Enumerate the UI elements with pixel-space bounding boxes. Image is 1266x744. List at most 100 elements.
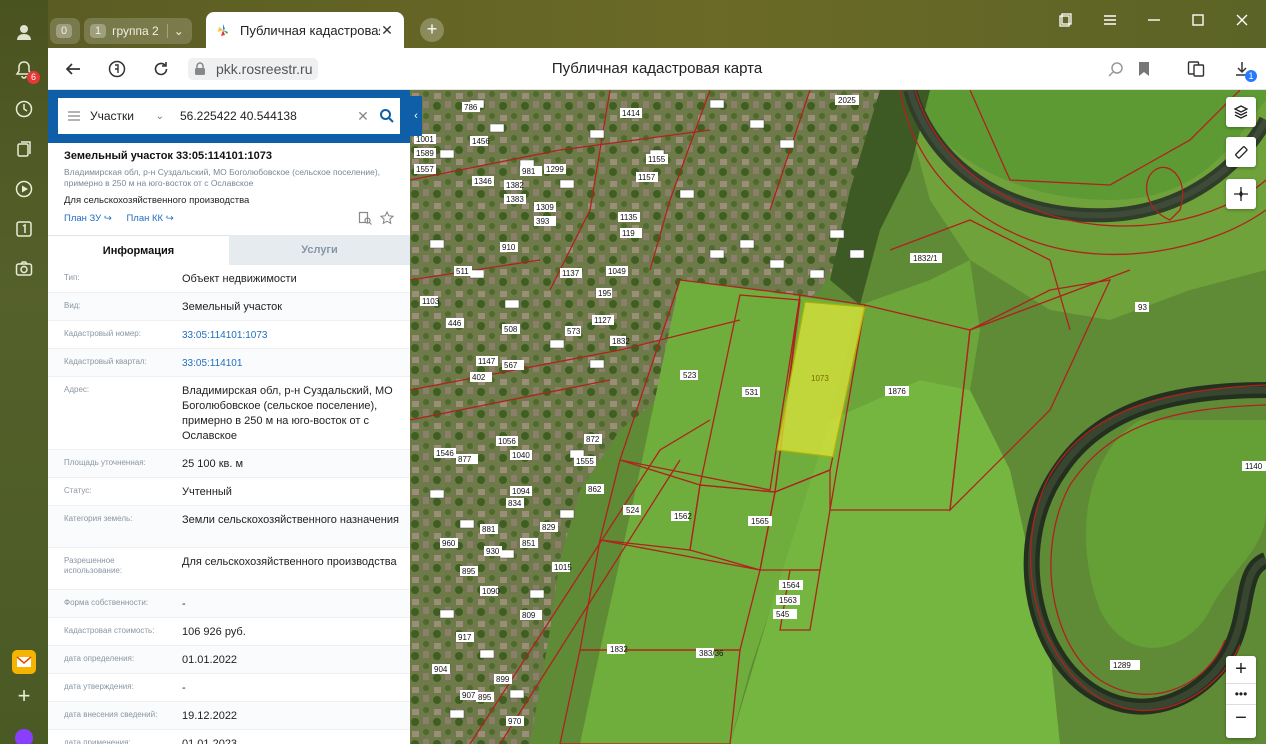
svg-text:899: 899	[496, 675, 510, 684]
parcel-details-list: Тип: Объект недвижимости Вид: Земельный уч…	[48, 265, 410, 744]
svg-text:508: 508	[504, 325, 518, 334]
parcel-actions	[358, 211, 394, 225]
map-label: 1103	[420, 296, 440, 306]
map-label: 829	[540, 522, 558, 532]
detail-row: Вид: Земельный участок	[48, 293, 410, 321]
yandex-logo-icon[interactable]	[106, 58, 128, 80]
map-label: 1299	[544, 164, 566, 174]
svg-text:1127: 1127	[594, 316, 612, 325]
downloads-icon[interactable]: 1	[1232, 59, 1257, 82]
tab-group-0[interactable]: 0	[50, 18, 80, 44]
cadastral-quarter-link[interactable]: 33:05:114101	[166, 349, 410, 376]
map-label: 523	[680, 370, 698, 380]
svg-text:1382: 1382	[506, 181, 524, 190]
svg-text:446: 446	[448, 319, 462, 328]
search-icon[interactable]	[374, 108, 400, 124]
zoom-more-icon[interactable]: •••	[1226, 683, 1256, 705]
new-tab-button[interactable]: +	[420, 18, 444, 42]
notifications-bell-icon[interactable]: 6	[12, 58, 40, 84]
map-label: 1546	[434, 448, 456, 458]
svg-text:567: 567	[504, 361, 518, 370]
tab-active[interactable]: Публичная кадастровая ✕	[206, 12, 404, 48]
bookmark-icon[interactable]	[1134, 59, 1154, 79]
detail-value: -	[182, 598, 186, 610]
search-page-icon[interactable]	[1106, 59, 1126, 79]
map-label: 960	[440, 538, 458, 548]
print-search-icon[interactable]	[358, 211, 372, 225]
svg-text:1383: 1383	[506, 195, 524, 204]
screenshot-camera-icon[interactable]	[12, 257, 36, 281]
plan-zu-link[interactable]: План ЗУ ↪	[64, 213, 112, 224]
downloads-badge: 1	[1245, 70, 1257, 82]
collections-icon[interactable]	[12, 137, 36, 161]
reload-icon[interactable]	[150, 58, 172, 80]
map-label: 524	[623, 505, 641, 515]
detail-value: -	[182, 682, 186, 694]
search-category-select[interactable]: Участки ⌄	[90, 109, 174, 123]
history-icon[interactable]	[12, 97, 36, 121]
svg-text:1135: 1135	[620, 213, 638, 222]
svg-text:1832/1: 1832/1	[913, 254, 938, 263]
clear-search-icon[interactable]: ✕	[352, 108, 374, 125]
zoom-out-button[interactable]: −	[1226, 705, 1256, 732]
translate-page-icon[interactable]	[1186, 59, 1206, 79]
close-tab-icon[interactable]: ✕	[380, 22, 394, 39]
map-label: 1832	[607, 644, 628, 654]
url-field[interactable]: pkk.rosreestr.ru	[188, 58, 319, 80]
map-label: 1135	[618, 212, 640, 222]
plan-kk-link[interactable]: План КК ↪	[126, 213, 173, 224]
zoom-in-button[interactable]: +	[1226, 656, 1256, 683]
svg-text:834: 834	[508, 499, 522, 508]
tab-group-1[interactable]: 1 группа 2 ⌄	[84, 18, 192, 44]
svg-text:1103: 1103	[422, 297, 440, 306]
search-box[interactable]: Участки ⌄ 56.225422 40.544138 ✕	[58, 98, 400, 134]
detail-row: дата утверждения: -	[48, 674, 410, 702]
tab-information[interactable]: Информация	[48, 235, 229, 265]
map-label: 531	[742, 387, 760, 397]
minimize-icon[interactable]	[1144, 10, 1164, 30]
cadastral-map[interactable]: 2025 1832/1 93 1876 1073 531 523 524 156…	[410, 90, 1266, 744]
svg-text:2025: 2025	[838, 96, 856, 105]
svg-text:1309: 1309	[536, 203, 554, 212]
search-input[interactable]: 56.225422 40.544138	[174, 109, 352, 123]
tabs-menu-icon[interactable]	[1056, 10, 1076, 30]
svg-text:904: 904	[434, 665, 448, 674]
map-label: 2025	[835, 95, 859, 105]
back-arrow-icon[interactable]	[62, 58, 84, 80]
detail-key: дата внесения сведений:	[64, 710, 158, 719]
add-sidebar-item-icon[interactable]: +	[12, 683, 36, 708]
mail-icon[interactable]	[12, 650, 36, 674]
star-favorite-icon[interactable]	[380, 211, 394, 225]
map-label: 1015	[552, 562, 572, 572]
tab-services[interactable]: Услуги	[229, 235, 410, 265]
chevron-down-icon[interactable]: ⌄	[166, 24, 184, 38]
svg-text:1564: 1564	[782, 581, 800, 590]
map-canvas[interactable]: 2025 1832/1 93 1876 1073 531 523 524 156…	[410, 90, 1266, 744]
svg-text:1090: 1090	[482, 587, 500, 596]
chevron-down-icon: ⌄	[155, 110, 164, 122]
layers-icon[interactable]	[1226, 97, 1256, 127]
map-label: 786	[462, 102, 480, 112]
svg-text:1147: 1147	[478, 357, 496, 366]
tab-group-one-icon[interactable]	[12, 217, 36, 241]
svg-text:1832: 1832	[612, 337, 630, 346]
collapse-panel-icon[interactable]: ‹	[410, 96, 422, 136]
svg-text:1140: 1140	[1245, 462, 1263, 471]
video-icon[interactable]	[12, 177, 36, 201]
svg-text:1456: 1456	[472, 137, 490, 146]
plan-kk-link-label: План КК	[126, 213, 164, 224]
close-window-icon[interactable]	[1232, 10, 1252, 30]
detail-row: Площадь уточненная: 25 100 кв. м	[48, 450, 410, 478]
browser-sidebar: 6 +	[0, 0, 48, 744]
detail-value: Земли сельскохозяйственного назначения	[182, 514, 399, 526]
cadastral-number-link[interactable]: 33:05:114101:1073	[166, 321, 410, 348]
profile-icon[interactable]	[12, 20, 36, 44]
detail-key: Категория земель:	[64, 514, 133, 523]
hamburger-menu-icon[interactable]	[58, 110, 90, 122]
ruler-measure-icon[interactable]	[1226, 137, 1256, 167]
menu-icon[interactable]	[1100, 10, 1120, 30]
alice-assistant-icon[interactable]	[12, 722, 36, 744]
locate-crosshair-icon[interactable]	[1226, 179, 1256, 209]
detail-row: Адрес: Владимирская обл, р-н Суздальский,…	[48, 377, 410, 450]
maximize-icon[interactable]	[1188, 10, 1208, 30]
